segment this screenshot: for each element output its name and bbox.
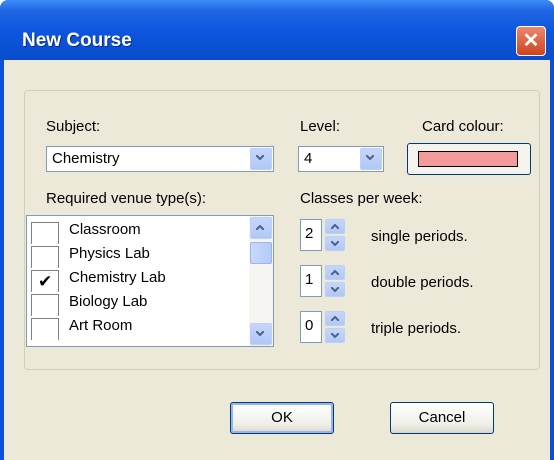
list-item[interactable]: Biology Lab [31, 292, 231, 316]
venue-checkbox[interactable] [31, 318, 59, 340]
scroll-thumb[interactable] [250, 242, 272, 264]
single-periods-value: 2 [305, 225, 314, 242]
venue-types-label: Required venue type(s): [46, 190, 207, 207]
classes-per-week-label: Classes per week: [300, 190, 423, 207]
chevron-down-icon [256, 155, 264, 160]
venue-label: Art Room [69, 317, 133, 334]
list-item[interactable]: Classroom [31, 220, 231, 244]
chevron-up-icon [331, 270, 339, 275]
subject-select[interactable]: Chemistry [46, 146, 274, 172]
subject-dropdown-button[interactable] [250, 148, 272, 170]
chevron-up-icon [331, 224, 339, 229]
venue-checkbox[interactable]: ✔ [31, 270, 59, 292]
triple-periods-input[interactable]: 0 [300, 311, 322, 343]
venue-label: Biology Lab [69, 293, 148, 310]
triple-periods-label: triple periods. [371, 320, 462, 337]
chevron-down-icon [256, 331, 264, 336]
spin-down-button[interactable] [325, 328, 345, 343]
scroll-up-button[interactable] [250, 217, 272, 239]
double-periods-input[interactable]: 1 [300, 265, 322, 297]
chevron-down-icon [331, 333, 339, 338]
spin-up-button[interactable] [325, 219, 345, 234]
venue-checkbox[interactable] [31, 294, 59, 316]
dialog-body: Subject: Chemistry Level: 4 Card colour:… [4, 60, 550, 460]
card-colour-swatch [418, 151, 518, 167]
close-icon: ✕ [522, 30, 540, 52]
double-periods-spinner[interactable] [325, 265, 345, 297]
spin-up-button[interactable] [325, 265, 345, 280]
card-colour-label: Card colour: [422, 118, 504, 135]
double-periods-label: double periods. [371, 274, 474, 291]
list-item[interactable]: Art Room [31, 316, 231, 340]
venue-checkbox[interactable] [31, 246, 59, 268]
check-icon: ✔ [38, 272, 53, 291]
chevron-down-icon [331, 241, 339, 246]
single-periods-input[interactable]: 2 [300, 219, 322, 251]
close-button[interactable]: ✕ [516, 26, 546, 56]
level-value: 4 [304, 150, 313, 167]
ok-button[interactable]: OK [230, 402, 334, 434]
spin-up-button[interactable] [325, 311, 345, 326]
venue-types-list[interactable]: Art Room Biology Lab ✔ Chemistry Lab Physics… [26, 215, 274, 347]
level-label: Level: [300, 118, 341, 135]
level-select[interactable]: 4 [298, 146, 384, 172]
triple-periods-spinner[interactable] [325, 311, 345, 343]
double-periods-value: 1 [305, 271, 314, 288]
chevron-up-icon [256, 225, 264, 230]
venue-label: Chemistry Lab [69, 269, 166, 286]
level-dropdown-button[interactable] [360, 148, 382, 170]
list-item[interactable]: Physics Lab [31, 244, 231, 268]
cancel-button[interactable]: Cancel [390, 402, 494, 434]
window-title: New Course [22, 30, 132, 51]
chevron-down-icon [366, 155, 374, 160]
subject-value: Chemistry [52, 150, 120, 167]
scroll-down-button[interactable] [250, 323, 272, 345]
chevron-down-icon [331, 287, 339, 292]
title-bar[interactable]: New Course ✕ [0, 0, 554, 60]
venue-label: Physics Lab [69, 245, 150, 262]
venue-list-scrollbar[interactable] [249, 216, 273, 346]
single-periods-spinner[interactable] [325, 219, 345, 251]
venue-checkbox[interactable] [31, 222, 59, 244]
subject-label: Subject: [46, 118, 101, 135]
triple-periods-value: 0 [305, 317, 314, 334]
dialog-window: New Course ✕ Subject: Chemistry Level: 4… [0, 0, 554, 460]
card-colour-button[interactable] [407, 143, 531, 175]
chevron-up-icon [331, 316, 339, 321]
spin-down-button[interactable] [325, 236, 345, 251]
single-periods-label: single periods. [371, 228, 468, 245]
spin-down-button[interactable] [325, 282, 345, 297]
list-item[interactable]: ✔ Chemistry Lab [31, 268, 231, 292]
venue-label: Classroom [69, 221, 141, 238]
